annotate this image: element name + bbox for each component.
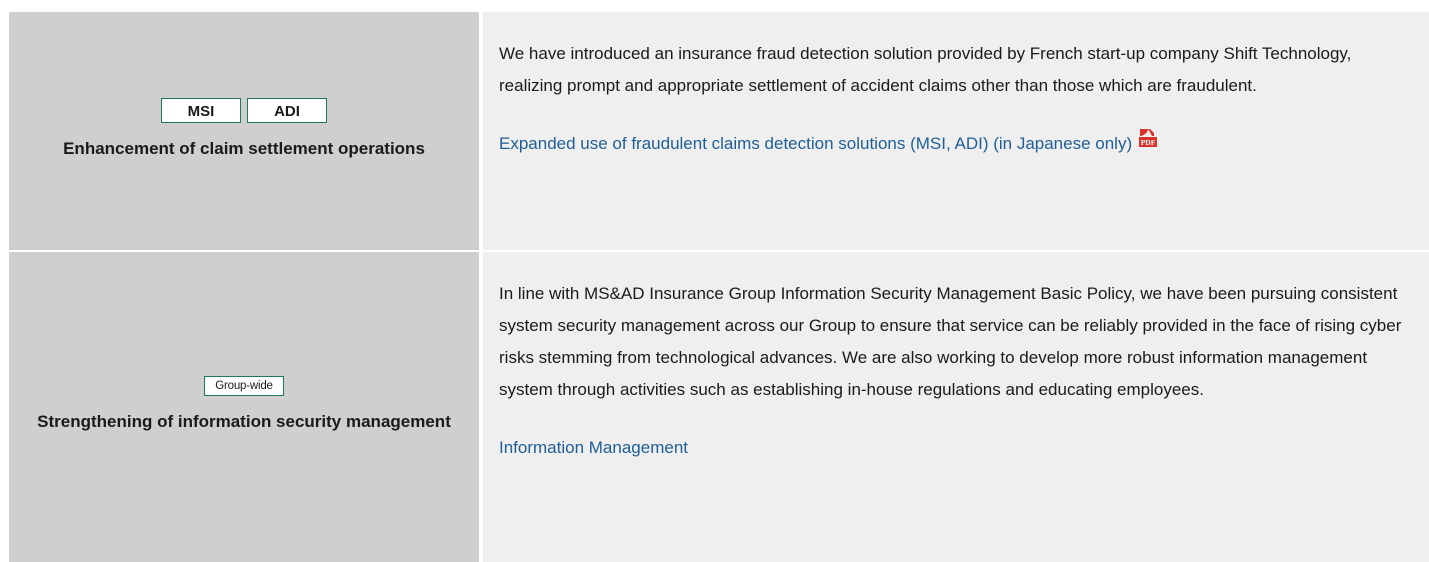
description-cell: We have introduced an insurance fraud de…	[483, 12, 1429, 250]
initiative-title: Strengthening of information security ma…	[37, 412, 451, 431]
description-cell: In line with MS&AD Insurance Group Infor…	[483, 252, 1429, 562]
initiatives-table: MSI ADI Enhancement of claim settlement …	[9, 12, 1429, 562]
svg-text:PDF: PDF	[1141, 138, 1156, 147]
information-management-link[interactable]: Information Management	[499, 432, 688, 464]
initiative-description: We have introduced an insurance fraud de…	[499, 44, 1352, 95]
company-badge-msi: MSI	[161, 97, 241, 123]
fraud-detection-pdf-link[interactable]: Expanded use of fraudulent claims detect…	[499, 128, 1158, 161]
category-cell: Group-wide Strengthening of information …	[9, 252, 483, 562]
initiative-description: In line with MS&AD Insurance Group Infor…	[499, 284, 1402, 399]
company-badges: MSI ADI	[161, 97, 327, 123]
table-row: MSI ADI Enhancement of claim settlement …	[9, 12, 1429, 250]
link-text: Expanded use of fraudulent claims detect…	[499, 134, 1133, 153]
category-cell: MSI ADI Enhancement of claim settlement …	[9, 12, 483, 250]
pdf-icon: PDF	[1138, 127, 1158, 159]
table-row: Group-wide Strengthening of information …	[9, 250, 1429, 562]
initiative-title: Enhancement of claim settlement operatio…	[63, 138, 425, 158]
company-badges: Group-wide	[204, 376, 284, 396]
company-badge-adi: ADI	[247, 97, 327, 123]
company-badge-group-wide: Group-wide	[204, 376, 284, 396]
